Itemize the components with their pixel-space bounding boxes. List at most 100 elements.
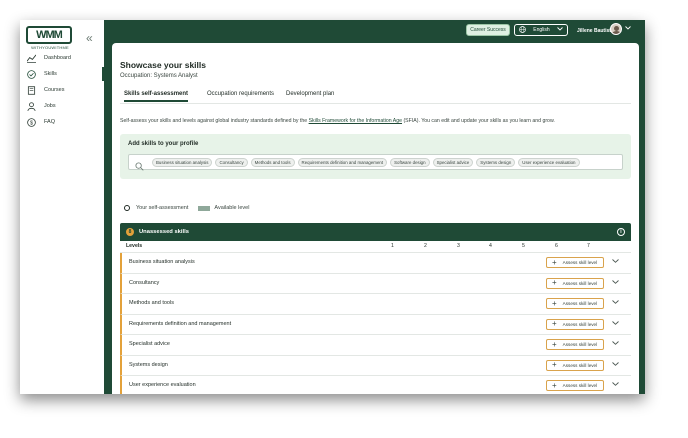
skill-row: Methods and tools + Assess skill level [120,294,631,315]
person-icon [26,101,36,111]
chevron-down-icon[interactable] [612,258,619,265]
add-skills-title: Add skills to your profile [128,141,199,147]
assess-label: Assess skill level [562,383,598,388]
tab-skills-self-assessment[interactable]: Skills self-assessment [124,91,189,102]
sidebar-item-label: Skills [44,71,57,77]
unassessed-skills-title: Unassessed skills [139,229,189,235]
svg-text:$: $ [30,120,33,126]
assess-label: Assess skill level [562,301,598,306]
plus-icon: + [552,278,557,287]
double-chevron-left-icon[interactable]: « [86,32,93,44]
skill-name: Requirements definition and management [129,320,232,327]
plus-icon: + [552,298,557,308]
skill-chip[interactable]: Specialist advice [432,157,474,167]
level-number: 3 [457,243,460,249]
chevron-down-icon[interactable] [612,381,619,388]
assess-skill-level-button[interactable]: + Assess skill level [546,298,604,309]
level-number: 2 [424,243,427,249]
assess-skill-level-button[interactable]: + Assess skill level [546,257,604,268]
level-number: 1 [391,243,394,249]
skill-row: Systems design + Assess skill level [120,355,631,376]
skill-chip[interactable]: Consultancy [215,157,248,167]
skill-chip[interactable]: Business situation analysis [152,157,213,167]
chevron-down-icon [557,27,563,33]
plus-icon: + [552,339,557,349]
sidebar-item-label: FAQ [44,119,56,125]
skill-chip[interactable]: Requirements definition and management [297,157,388,167]
sidebar-item-faq[interactable]: $ FAQ [26,114,104,130]
globe-icon [519,25,526,35]
occupation-subtitle: Occupation: Systems Analyst [120,73,198,79]
logo-mark: WMM [26,26,72,44]
sidebar-item-skills[interactable]: Skills [26,66,104,82]
sidebar-item-label: Dashboard [44,55,71,61]
user-name[interactable]: Jillene Bautista [577,28,614,34]
unassessed-skills-header[interactable]: 8 Unassessed skills i [120,223,631,241]
skills-search-input[interactable]: Business situation analysis Consultancy … [128,154,623,171]
assess-skill-level-button[interactable]: + Assess skill level [546,339,604,350]
skill-name: Systems design [129,361,168,368]
chevron-down-icon[interactable] [612,279,619,286]
levels-label: Levels [126,243,143,249]
skill-chip[interactable]: User experience evaluation [518,157,580,167]
skill-chip[interactable]: Software design [390,157,430,167]
skill-name: User experience evaluation [129,382,196,388]
tab-development-plan[interactable]: Development plan [286,91,334,100]
chevron-down-icon[interactable] [612,340,619,347]
chevron-down-icon[interactable] [612,361,619,368]
assess-label: Assess skill level [562,362,598,368]
skill-row: Business situation analysis + Assess skil… [120,253,631,274]
sidebar-item-jobs[interactable]: Jobs [26,98,104,114]
skill-row: Requirements definition and management +… [120,314,631,335]
skill-chip[interactable]: Systems design [476,157,516,167]
language-selector[interactable]: English [514,24,568,36]
sidebar-item-courses[interactable]: Courses [26,82,104,98]
sidebar: WMM WITHYOUWITHME « Dashboard Skills Cou… [20,20,104,394]
tab-occupation-requirements[interactable]: Occupation requirements [207,91,274,100]
assess-label: Assess skill level [562,321,598,327]
avatar[interactable] [610,23,622,35]
career-success-button[interactable]: Career Success [466,24,510,36]
chevron-down-icon[interactable] [625,26,631,32]
skill-name: Specialist advice [129,341,170,347]
sfia-link[interactable]: Skills Framework for the Information Age [309,118,402,124]
chevron-down-icon[interactable] [612,299,619,306]
logo[interactable]: WMM WITHYOUWITHME [26,26,74,52]
add-skills-panel: Add skills to your profile Business situ… [120,134,631,179]
book-icon [26,85,36,95]
self-assessment-label: Your self-assessment [136,205,189,211]
unassessed-count-badge: 8 [126,228,134,236]
assess-skill-level-button[interactable]: + Assess skill level [546,359,604,371]
assess-skill-level-button[interactable]: + Assess skill level [546,380,604,391]
description-text: (SFIA). You can edit and update your ski… [402,118,555,124]
sidebar-item-dashboard[interactable]: Dashboard [26,50,104,66]
check-circle-icon [26,69,36,79]
level-number: 4 [489,243,492,249]
sidebar-nav: Dashboard Skills Courses Jobs $ FAQ [26,50,104,130]
plus-icon: + [552,360,557,369]
chevron-down-icon[interactable] [612,320,619,327]
skill-name: Consultancy [129,279,160,286]
topbar: Career Success English Jillene Bautista [104,20,645,44]
level-number: 5 [522,243,525,249]
levels-header: Levels 1 2 3 4 5 6 7 [120,241,631,253]
search-icon [135,158,144,171]
assess-label: Assess skill level [562,342,598,347]
skill-chip[interactable]: Methods and tools [250,157,295,167]
available-level-swatch [198,205,211,211]
skill-row: Specialist advice + Assess skill level [120,335,631,356]
skill-name: Methods and tools [129,300,174,306]
tab-bar: Skills self-assessment Occupation requir… [120,91,631,104]
main-content: Showcase your skills Occupation: Systems… [112,43,639,394]
self-assessment-marker [124,205,130,211]
plus-icon: + [552,380,557,390]
assess-skill-level-button[interactable]: + Assess skill level [546,318,604,330]
description: Self-assess your skills and levels again… [120,118,555,124]
assess-skill-level-button[interactable]: + Assess skill level [546,277,604,289]
app-window: WMM WITHYOUWITHME « Dashboard Skills Cou… [20,20,645,394]
level-number: 7 [587,243,590,249]
sidebar-item-label: Jobs [44,103,56,109]
skill-row: User experience evaluation + Assess skill… [120,376,631,394]
info-icon[interactable]: i [617,228,625,236]
skills-list: Business situation analysis + Assess skil… [120,253,631,394]
